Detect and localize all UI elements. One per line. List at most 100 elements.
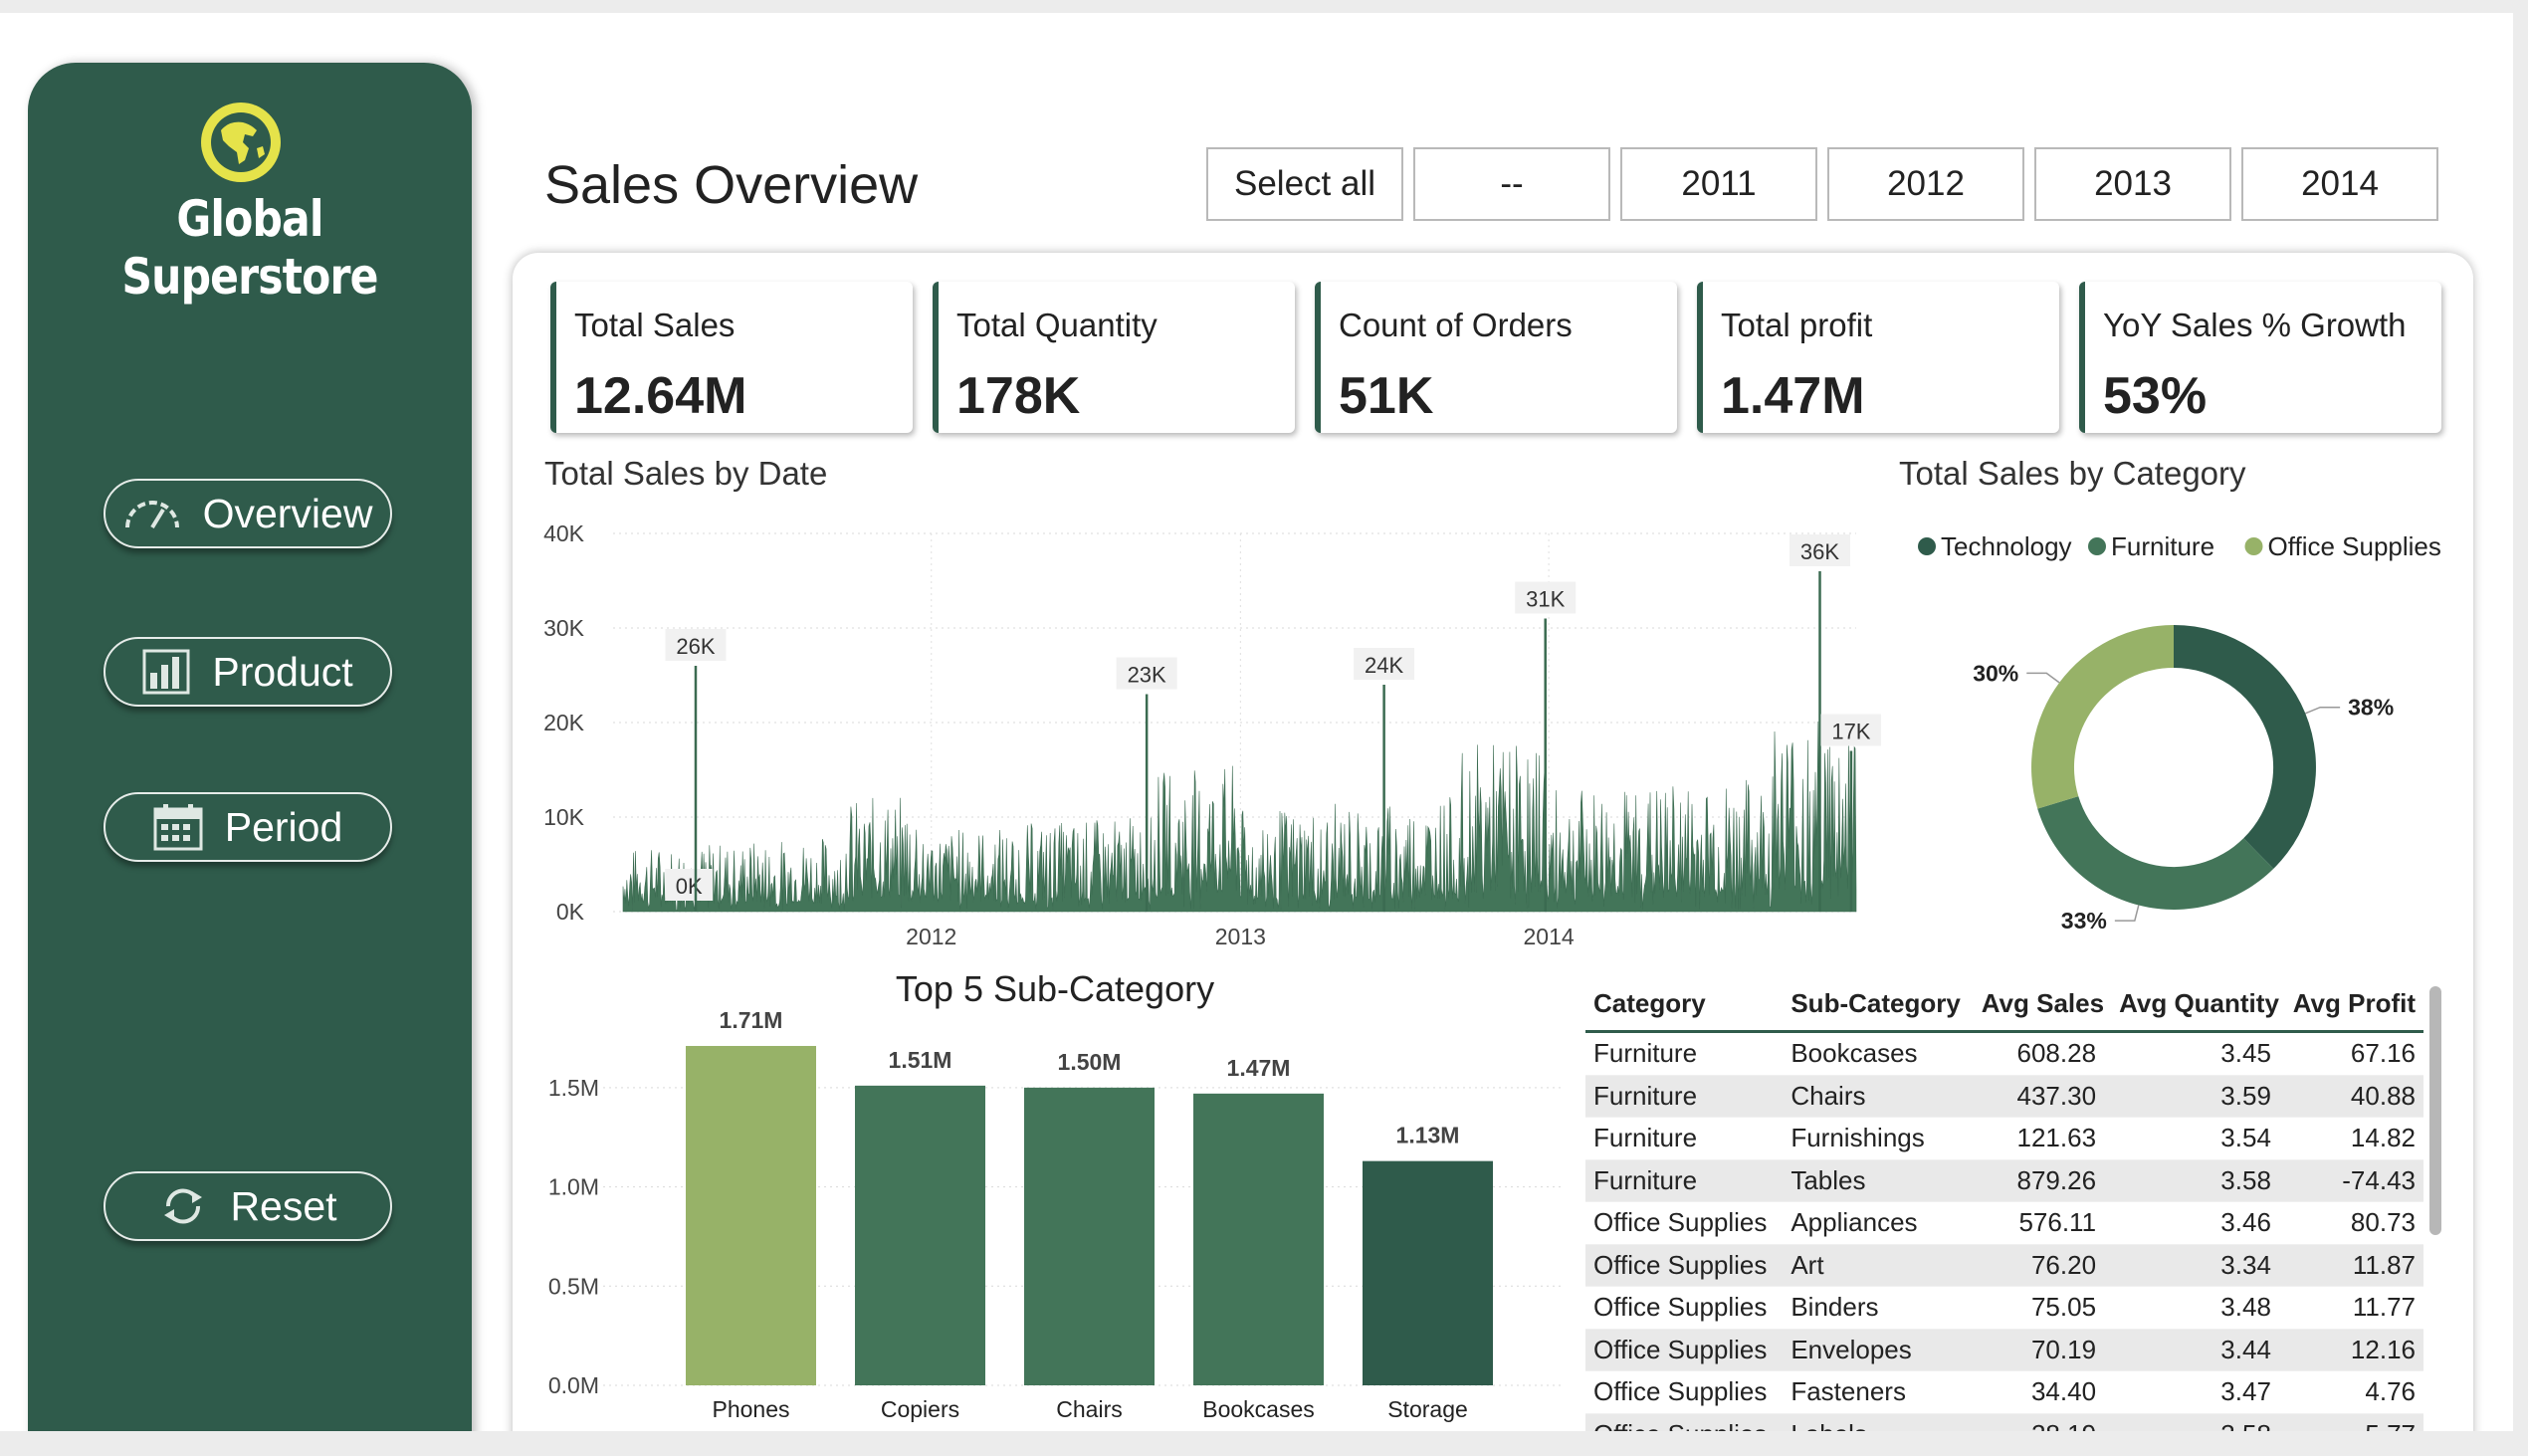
sales-by-date-title: Total Sales by Date xyxy=(544,455,828,492)
kpi-value: 53% xyxy=(2103,367,2208,425)
nav-overview-button[interactable]: Overview xyxy=(104,479,392,548)
col-avg-sales-header[interactable]: Avg Sales xyxy=(1968,976,2105,1033)
y-tick-label: 10K xyxy=(543,804,585,830)
slice-percent-label: 30% xyxy=(1973,660,2018,686)
sales-area xyxy=(622,721,1857,913)
year-slicer-2013[interactable]: 2013 xyxy=(2034,147,2231,221)
col-subcategory-header[interactable]: Sub-Category xyxy=(1783,976,1969,1033)
table-cell: 12.16 xyxy=(2278,1329,2423,1371)
leader-line xyxy=(2026,672,2060,684)
table-cell: 3.34 xyxy=(2104,1244,2279,1287)
top5-subcategory-chart[interactable]: Top 5 Sub-Category 0.0M 0.5M 1.0M 1.5M 1.71M P… xyxy=(537,968,1573,1431)
y-tick-label: 0.5M xyxy=(548,1273,599,1299)
legend-label: Furniture xyxy=(2111,531,2214,561)
year-slicer-select-all[interactable]: Select all xyxy=(1206,147,1403,221)
bar-chart-icon xyxy=(142,649,190,695)
sales-by-date-chart[interactable]: 0K 10K 20K 30K 40K 2012 2013 2014 0K 26K 23K 24K 31K… xyxy=(537,506,1881,963)
table-cell: 40.88 xyxy=(2278,1075,2423,1118)
bar-value-label: 1.71M xyxy=(720,1007,783,1033)
globe-icon xyxy=(201,103,281,182)
table-cell: 121.63 xyxy=(1968,1117,2105,1160)
table-row[interactable]: Furniture Tables 879.26 3.58 -74.43 xyxy=(1585,1159,2423,1202)
table-cell: 75.05 xyxy=(1968,1286,2105,1330)
table-cell: 879.26 xyxy=(1968,1159,2105,1202)
col-avg-quantity-header[interactable]: Avg Quantity xyxy=(2104,976,2279,1033)
donut-slice-office-supplies xyxy=(2031,625,2174,809)
table-cell: 3.46 xyxy=(2104,1201,2279,1245)
table-cell: 3.59 xyxy=(2104,1075,2279,1118)
kpi-value: 178K xyxy=(956,367,1081,425)
sales-by-category-title: Total Sales by Category xyxy=(1899,455,2246,492)
table-cell: 70.19 xyxy=(1968,1329,2105,1371)
top5-subcategory-title: Top 5 Sub-Category xyxy=(896,968,1214,1009)
table-cell: 4.76 xyxy=(2278,1370,2423,1414)
kpi-label: Total Sales xyxy=(574,307,736,343)
slice-percent-label: 38% xyxy=(2348,695,2394,721)
table-cell: 608.28 xyxy=(1968,1031,2105,1076)
subcategory-table[interactable]: Category Sub-Category Avg Sales Avg Quan… xyxy=(1585,976,2423,1431)
bar-copiers xyxy=(855,1085,985,1385)
y-tick-label: 1.0M xyxy=(548,1174,599,1200)
bar-phones xyxy=(686,1045,816,1385)
reset-button[interactable]: Reset xyxy=(104,1171,392,1241)
legend-marker xyxy=(2244,537,2263,555)
table-cell: Appliances xyxy=(1783,1201,1969,1245)
kpi-card-total-sales: Total Sales 12.64M xyxy=(550,282,913,433)
bar-value-label: 1.50M xyxy=(1058,1049,1122,1075)
table-row[interactable]: Office Supplies Fasteners 34.40 3.47 4.76 xyxy=(1585,1370,2423,1414)
table-cell: Chairs xyxy=(1783,1075,1969,1118)
data-label: 31K xyxy=(1526,587,1565,612)
table-cell: Office Supplies xyxy=(1585,1244,1784,1287)
col-avg-profit-header[interactable]: Avg Profit xyxy=(2278,976,2423,1033)
dashboard-page: Global Superstore Overview Product Perio… xyxy=(0,13,2513,1431)
table-cell: 11.77 xyxy=(2278,1286,2423,1330)
table-cell: 5.77 xyxy=(2278,1413,2423,1431)
donut-slice-furniture xyxy=(2037,796,2274,910)
data-label: 17K xyxy=(1831,720,1870,744)
year-slicer-2011[interactable]: 2011 xyxy=(1620,147,1817,221)
x-tick-label: 2013 xyxy=(1215,924,1266,949)
table-row[interactable]: Furniture Chairs 437.30 3.59 40.88 xyxy=(1585,1075,2423,1118)
y-tick-label: 30K xyxy=(543,615,585,641)
calendar-icon xyxy=(153,804,203,851)
table-row[interactable]: Furniture Furnishings 121.63 3.54 14.82 xyxy=(1585,1117,2423,1160)
table-cell: 67.16 xyxy=(2278,1031,2423,1076)
table-cell: 3.58 xyxy=(2104,1159,2279,1202)
table-row[interactable]: Office SuppliesLabels28.193.585.77 xyxy=(1585,1413,2423,1431)
table-row[interactable]: Office Supplies Envelopes 70.19 3.44 12.16 xyxy=(1585,1329,2423,1371)
table-row[interactable]: Furniture Bookcases 608.28 3.45 67.16 xyxy=(1585,1031,2423,1076)
table-cell: Envelopes xyxy=(1783,1329,1969,1371)
leader-line xyxy=(2305,706,2341,715)
table-cell: 76.20 xyxy=(1968,1244,2105,1287)
table-cell: 3.54 xyxy=(2104,1117,2279,1160)
table-cell: 11.87 xyxy=(2278,1244,2423,1287)
table-scrollbar[interactable] xyxy=(2429,986,2441,1235)
table-row[interactable]: Office Supplies Art 76.20 3.34 11.87 xyxy=(1585,1244,2423,1287)
legend-label: Technology xyxy=(1941,531,2072,561)
nav-overview-label: Overview xyxy=(202,490,373,536)
year-slicer-blank[interactable]: -- xyxy=(1413,147,1610,221)
table-header-row: Category Sub-Category Avg Sales Avg Quan… xyxy=(1585,976,2423,1033)
nav-period-button[interactable]: Period xyxy=(104,792,392,862)
table-row[interactable]: Office Supplies Appliances 576.11 3.46 80.73 xyxy=(1585,1201,2423,1245)
bar-value-label: 1.13M xyxy=(1396,1123,1460,1148)
legend-marker xyxy=(2088,537,2106,555)
year-slicer-2014[interactable]: 2014 xyxy=(2241,147,2438,221)
bar-category-label: Copiers xyxy=(881,1396,959,1422)
x-tick-label: 2012 xyxy=(906,924,956,949)
table-cell: 14.82 xyxy=(2278,1117,2423,1160)
table-cell: 3.58 xyxy=(2104,1413,2279,1431)
nav-product-button[interactable]: Product xyxy=(104,637,392,707)
sales-by-category-chart[interactable]: Technology Furniture Office Supplies 38% 33%… xyxy=(1891,511,2448,948)
table-row[interactable]: Office Supplies Binders 75.05 3.48 11.77 xyxy=(1585,1286,2423,1330)
table-cell: Office Supplies xyxy=(1585,1413,1784,1431)
table-cell: Furniture xyxy=(1585,1031,1784,1076)
brand-title: Global Superstore xyxy=(121,190,378,306)
bar-value-label: 1.47M xyxy=(1227,1055,1291,1081)
year-slicer-2012[interactable]: 2012 xyxy=(1827,147,2024,221)
reset-label: Reset xyxy=(230,1182,337,1229)
bar-chairs xyxy=(1024,1087,1155,1385)
col-category-header[interactable]: Category xyxy=(1585,976,1784,1033)
x-tick-label: 2014 xyxy=(1524,924,1575,949)
kpi-label: Total Quantity xyxy=(956,307,1158,343)
